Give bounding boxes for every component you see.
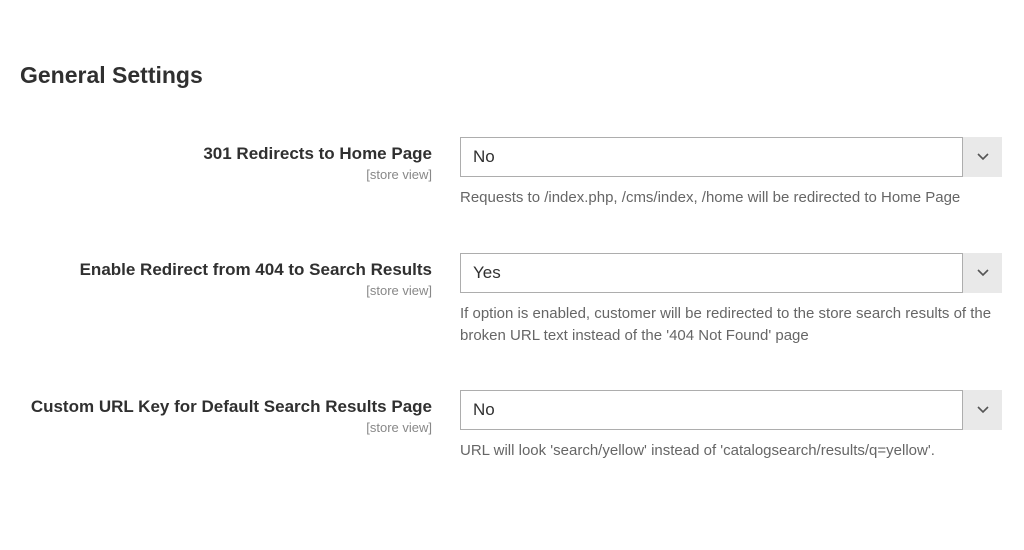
field-value-col: No URL will look 'search/yellow' instead… <box>460 390 1002 462</box>
field-scope: [store view] <box>20 283 432 298</box>
select-redirect-home[interactable]: No <box>460 137 1002 177</box>
field-scope: [store view] <box>20 167 432 182</box>
field-note-custom-url-key: URL will look 'search/yellow' instead of… <box>460 440 1002 462</box>
field-redirect-home: 301 Redirects to Home Page [store view] … <box>20 137 1004 209</box>
field-label-custom-url-key: Custom URL Key for Default Search Result… <box>20 396 432 418</box>
select-wrap-redirect-404: Yes <box>460 253 1002 293</box>
field-note-redirect-404: If option is enabled, customer will be r… <box>460 303 1002 347</box>
select-redirect-404[interactable]: Yes <box>460 253 1002 293</box>
field-redirect-404: Enable Redirect from 404 to Search Resul… <box>20 253 1004 347</box>
field-value-col: Yes If option is enabled, customer will … <box>460 253 1002 347</box>
select-wrap-redirect-home: No <box>460 137 1002 177</box>
field-scope: [store view] <box>20 420 432 435</box>
select-custom-url-key[interactable]: No <box>460 390 1002 430</box>
field-label-col: Custom URL Key for Default Search Result… <box>20 390 460 435</box>
field-note-redirect-home: Requests to /index.php, /cms/index, /hom… <box>460 187 1002 209</box>
field-label-col: Enable Redirect from 404 to Search Resul… <box>20 253 460 298</box>
field-label-redirect-home: 301 Redirects to Home Page <box>20 143 432 165</box>
section-title: General Settings <box>20 62 1004 89</box>
select-wrap-custom-url-key: No <box>460 390 1002 430</box>
field-label-redirect-404: Enable Redirect from 404 to Search Resul… <box>20 259 432 281</box>
field-custom-url-key: Custom URL Key for Default Search Result… <box>20 390 1004 462</box>
field-value-col: No Requests to /index.php, /cms/index, /… <box>460 137 1002 209</box>
field-label-col: 301 Redirects to Home Page [store view] <box>20 137 460 182</box>
